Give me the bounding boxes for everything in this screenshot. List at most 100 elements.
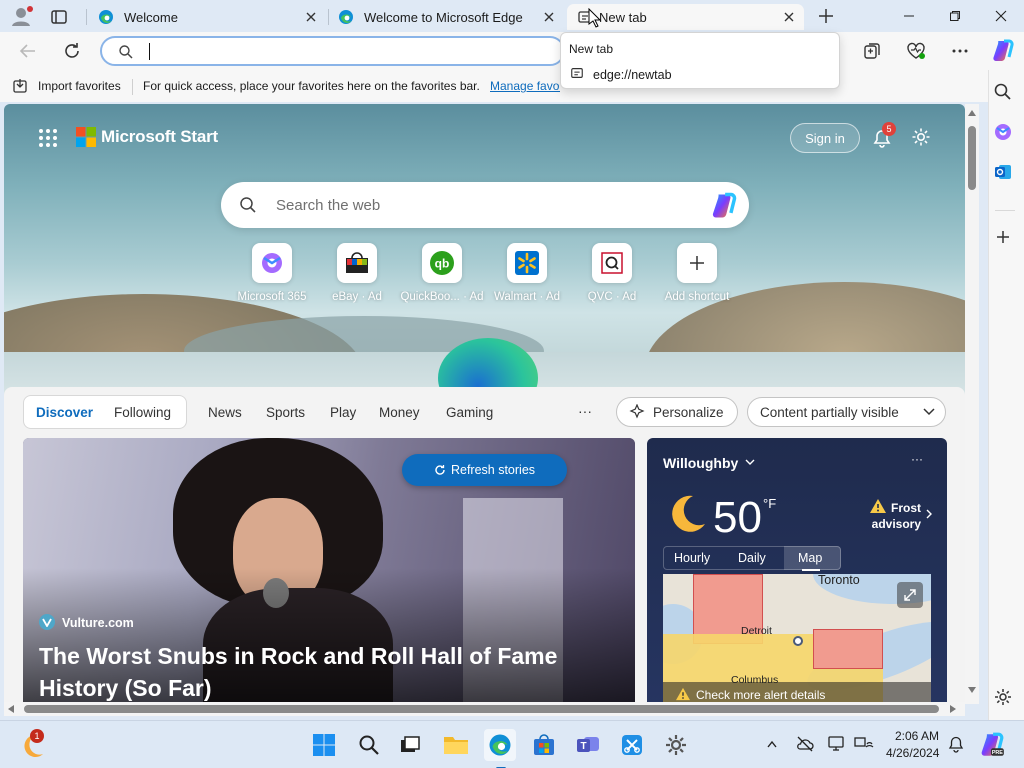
teams-button[interactable]: T	[572, 729, 604, 761]
snipping-tool-button[interactable]	[616, 729, 648, 761]
page-settings-icon[interactable]	[910, 126, 932, 148]
network-icon[interactable]	[854, 736, 874, 752]
close-tab-icon[interactable]	[542, 10, 556, 24]
tab-indicator	[802, 569, 820, 571]
browser-essentials-button[interactable]	[906, 41, 926, 61]
close-tab-icon[interactable]	[304, 10, 318, 24]
tab-welcome-edge[interactable]: Welcome to Microsoft Edge	[328, 4, 564, 30]
tab-following[interactable]: Following	[114, 405, 171, 420]
outlook-icon[interactable]	[993, 162, 1013, 182]
alert-bar[interactable]: Check more alert details	[663, 682, 931, 704]
microsoft365-icon	[262, 253, 282, 273]
chevron-up-icon[interactable]	[766, 739, 778, 749]
expand-map-button[interactable]	[897, 582, 923, 608]
copilot-icon[interactable]	[709, 191, 739, 221]
copilot-button[interactable]	[990, 38, 1016, 64]
close-window-button[interactable]	[978, 0, 1024, 32]
settings-button[interactable]	[660, 729, 692, 761]
sparkle-icon	[629, 404, 645, 419]
web-search-box[interactable]: Search the web	[221, 182, 749, 228]
microsoft365-icon[interactable]	[993, 122, 1013, 142]
search-icon	[359, 735, 379, 755]
feed-more-button[interactable]: ···	[578, 403, 592, 419]
vertical-scrollbar[interactable]	[965, 104, 979, 704]
copilot-taskbar-button[interactable]: PRE	[978, 731, 1006, 759]
task-view-button[interactable]	[394, 729, 426, 761]
tab-discover[interactable]: Discover	[36, 405, 93, 420]
sidebar-settings-icon[interactable]	[993, 687, 1013, 707]
restore-button[interactable]	[932, 0, 978, 32]
chevron-right-icon[interactable]	[925, 508, 933, 520]
story-headline[interactable]: The Worst Snubs in Rock and Roll Hall of…	[39, 640, 599, 704]
quicklink-walmart[interactable]: Walmart · Ad	[482, 243, 572, 303]
refresh-icon	[65, 43, 79, 58]
quicklink-label: Microsoft 365	[237, 291, 307, 303]
sign-in-button[interactable]: Sign in	[790, 123, 860, 153]
quicklink-qvc[interactable]: QVC · Ad	[567, 243, 657, 303]
quicklink-quickbooks[interactable]: qb QuickBoo... · Ad	[397, 243, 487, 303]
tab-hourly[interactable]: Hourly	[674, 551, 710, 565]
content-visibility-dropdown[interactable]: Content partially visible	[747, 397, 946, 427]
display-icon[interactable]	[828, 736, 846, 752]
weather-map[interactable]: Toronto Detroit Columbus Check more aler…	[663, 574, 931, 704]
app-launcher-icon[interactable]	[38, 128, 58, 148]
cloud-offline-icon[interactable]	[796, 736, 814, 752]
minimize-button[interactable]	[886, 0, 932, 32]
quicklink-ebay[interactable]: eBay · Ad	[312, 243, 402, 303]
add-shortcut-button[interactable]: Add shortcut	[652, 243, 742, 303]
frost-advisory-link[interactable]: Frost advisory	[869, 500, 921, 532]
tab-news[interactable]: News	[208, 405, 242, 420]
back-button[interactable]	[18, 42, 38, 60]
quicklink-tile	[507, 243, 547, 283]
file-explorer-button[interactable]	[440, 729, 472, 761]
notifications-button[interactable]: 5	[870, 122, 896, 150]
clock-time[interactable]: 2:06 AM	[895, 729, 939, 743]
tab-new-tab[interactable]: New tab	[567, 4, 804, 30]
chevron-down-icon[interactable]	[744, 458, 756, 468]
add-app-icon[interactable]	[993, 227, 1013, 247]
scroll-up-icon[interactable]	[968, 110, 976, 116]
tab-sports[interactable]: Sports	[266, 405, 305, 420]
widgets-button[interactable]: 1	[16, 729, 48, 761]
close-tab-icon[interactable]	[782, 10, 796, 24]
hover-card-url: edge://newtab	[593, 68, 672, 82]
search-icon	[119, 45, 133, 59]
taskbar: 1 T 2:06 AM 4/26/2024 PRE	[0, 720, 1024, 768]
start-button[interactable]	[308, 729, 340, 761]
scroll-left-icon[interactable]	[8, 705, 14, 713]
search-button[interactable]	[353, 729, 385, 761]
horizontal-scrollbar[interactable]	[4, 702, 965, 716]
refresh-stories-button[interactable]: Refresh stories	[402, 454, 567, 486]
collections-button[interactable]	[862, 41, 882, 61]
tab-welcome[interactable]: Welcome	[88, 4, 326, 30]
folder-icon	[444, 737, 468, 754]
tab-map[interactable]: Map	[798, 551, 822, 565]
tab-daily[interactable]: Daily	[738, 551, 766, 565]
scroll-down-icon[interactable]	[968, 687, 976, 693]
refresh-button[interactable]	[62, 41, 82, 61]
tab-play[interactable]: Play	[330, 405, 356, 420]
new-tab-button[interactable]	[816, 6, 836, 26]
quicklink-microsoft365[interactable]: Microsoft 365	[227, 243, 317, 303]
scroll-thumb[interactable]	[968, 126, 976, 190]
weather-location[interactable]: Willoughby	[663, 455, 738, 471]
address-bar[interactable]	[100, 36, 565, 66]
top-story-card[interactable]: Refresh stories Vulture.com The Worst Sn…	[23, 438, 635, 704]
hscroll-thumb[interactable]	[24, 705, 939, 713]
settings-menu-button[interactable]	[950, 41, 970, 61]
gear-icon	[666, 735, 686, 755]
tab-gaming[interactable]: Gaming	[446, 405, 493, 420]
manage-favorites-link[interactable]: Manage favorites now	[490, 79, 560, 93]
personalize-button[interactable]: Personalize	[616, 397, 738, 427]
scroll-right-icon[interactable]	[950, 705, 956, 713]
import-favorites-link[interactable]: Import favorites	[38, 79, 121, 93]
profile-avatar[interactable]	[8, 4, 36, 28]
edge-taskbar-button[interactable]	[484, 729, 516, 768]
tab-money[interactable]: Money	[379, 405, 420, 420]
search-icon[interactable]	[993, 82, 1013, 102]
notification-bell-icon[interactable]	[948, 735, 964, 753]
clock-date[interactable]: 4/26/2024	[886, 746, 939, 760]
tab-actions-button[interactable]	[50, 8, 68, 26]
store-button[interactable]	[528, 729, 560, 761]
weather-more-button[interactable]: ···	[911, 452, 923, 466]
